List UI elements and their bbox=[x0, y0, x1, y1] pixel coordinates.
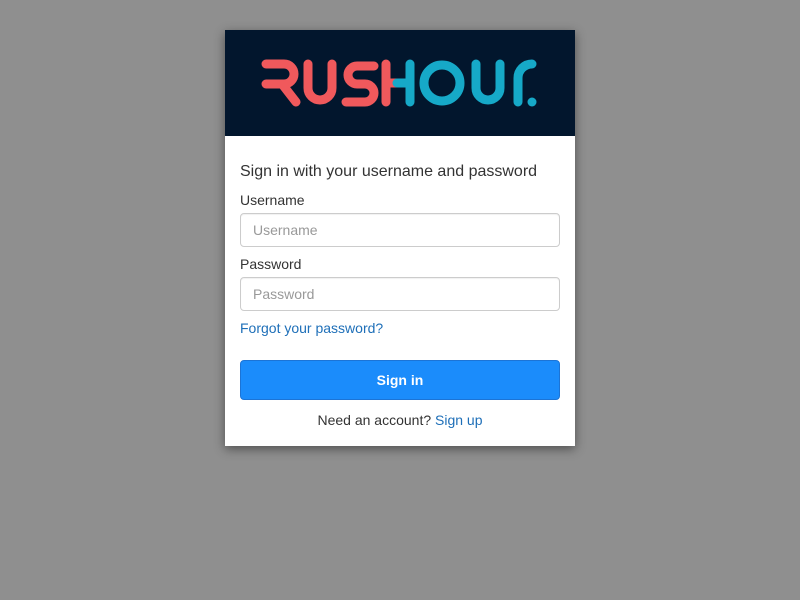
signup-prompt-text: Need an account? bbox=[317, 412, 432, 428]
forgot-password-link[interactable]: Forgot your password? bbox=[240, 320, 383, 336]
sign-in-modal: Sign in with your username and password … bbox=[225, 30, 575, 446]
form-heading: Sign in with your username and password bbox=[240, 163, 538, 180]
username-label: Username bbox=[240, 192, 305, 208]
sign-up-link[interactable]: Sign up bbox=[435, 412, 482, 428]
rushour-logo bbox=[260, 58, 540, 108]
signup-prompt: Need an account? Sign up bbox=[240, 412, 560, 428]
rushour-logo-image bbox=[261, 59, 537, 107]
password-label: Password bbox=[240, 256, 302, 272]
username-input[interactable] bbox=[240, 213, 560, 247]
sign-in-form: Sign in with your username and password … bbox=[225, 136, 575, 428]
logo-banner bbox=[225, 30, 575, 136]
sign-in-button[interactable]: Sign in bbox=[240, 360, 560, 400]
password-input[interactable] bbox=[240, 277, 560, 311]
